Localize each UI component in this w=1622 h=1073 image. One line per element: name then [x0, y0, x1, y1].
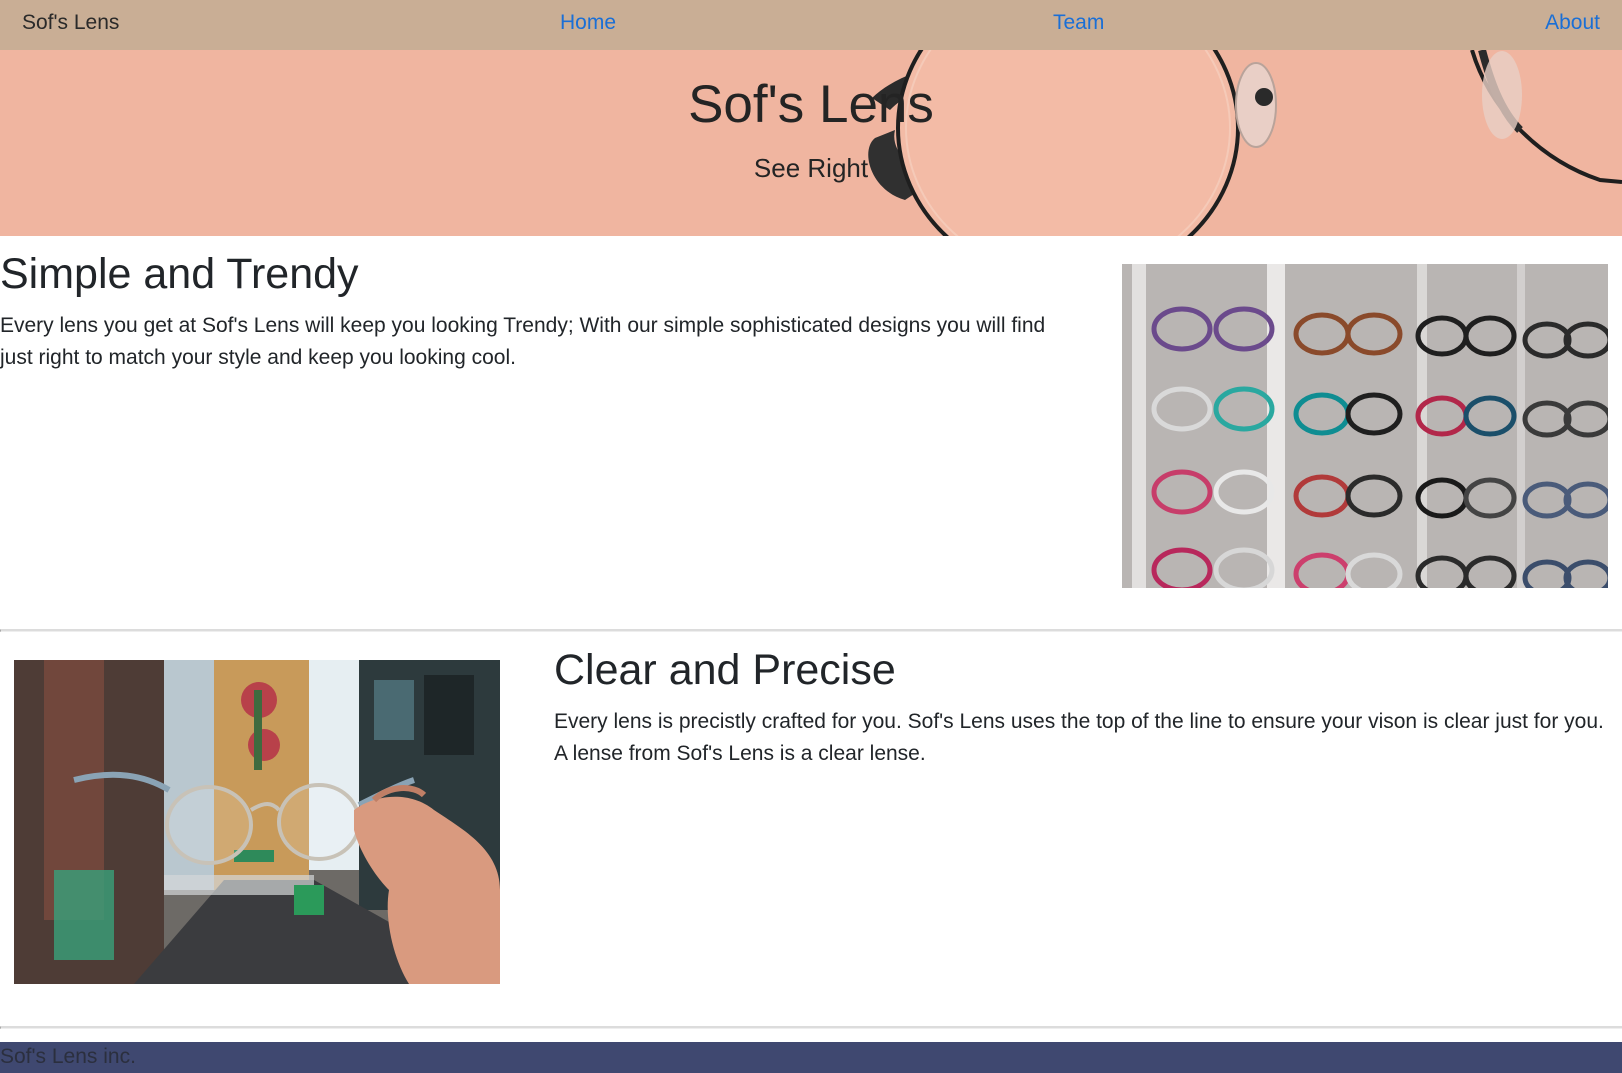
hero-title: Sof's Lens	[688, 75, 934, 134]
footer-text: Sof's Lens inc.	[0, 1045, 136, 1068]
section-divider	[0, 1026, 1622, 1029]
feature-text: Every lens is precistly crafted for you.…	[554, 710, 1604, 765]
section-divider	[0, 629, 1622, 632]
hand-holding-glasses-photo	[14, 660, 500, 984]
nav-link-about[interactable]: About	[1545, 11, 1600, 35]
navbar: Sof's Lens Home Team About	[0, 0, 1622, 50]
hero-subtitle: See Right	[753, 153, 869, 183]
nav-brand[interactable]: Sof's Lens	[22, 11, 119, 35]
feature-heading: Clear and Precise	[554, 646, 896, 694]
feature-text: Every lens you get at Sof's Lens will ke…	[0, 314, 1046, 369]
nav-link-home[interactable]: Home	[560, 11, 616, 35]
eyeglasses-display-wall-photo	[1122, 264, 1608, 588]
hero-banner: Sof's Lens See Right	[0, 50, 1622, 236]
nav-link-team[interactable]: Team	[1053, 11, 1104, 35]
footer: Sof's Lens inc.	[0, 1042, 1622, 1073]
feature-heading: Simple and Trendy	[0, 250, 359, 298]
